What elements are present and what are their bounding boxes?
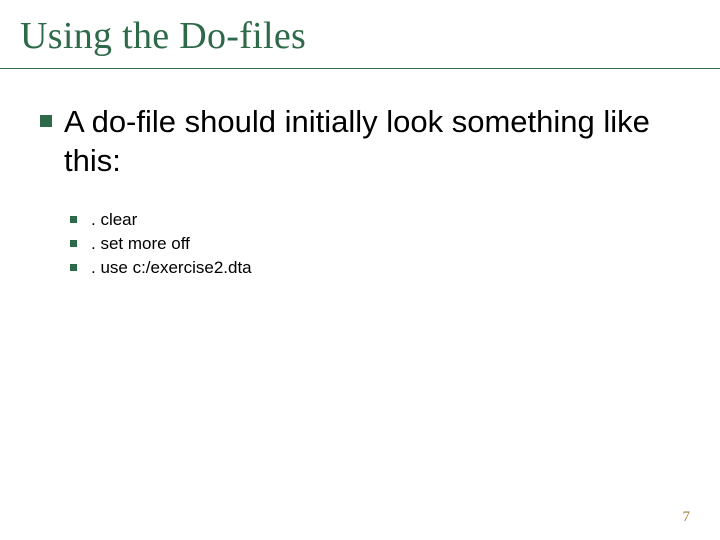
sub-bullet-text: . clear [91, 209, 137, 231]
list-item: . use c:/exercise2.dta [70, 257, 680, 279]
sub-bullet-list: . clear . set more off . use c:/exercise… [40, 209, 680, 279]
square-bullet-icon [70, 240, 77, 247]
main-bullet-item: A do-file should initially look somethin… [40, 103, 680, 181]
square-bullet-icon [70, 264, 77, 271]
slide-body: A do-file should initially look somethin… [0, 69, 720, 279]
slide: Using the Do-files A do-file should init… [0, 0, 720, 540]
square-bullet-icon [40, 115, 52, 127]
slide-title: Using the Do-files [0, 0, 720, 64]
square-bullet-icon [70, 216, 77, 223]
sub-bullet-text: . set more off [91, 233, 190, 255]
sub-bullet-text: . use c:/exercise2.dta [91, 257, 252, 279]
list-item: . clear [70, 209, 680, 231]
page-number: 7 [683, 509, 691, 526]
list-item: . set more off [70, 233, 680, 255]
main-bullet-text: A do-file should initially look somethin… [64, 103, 680, 181]
